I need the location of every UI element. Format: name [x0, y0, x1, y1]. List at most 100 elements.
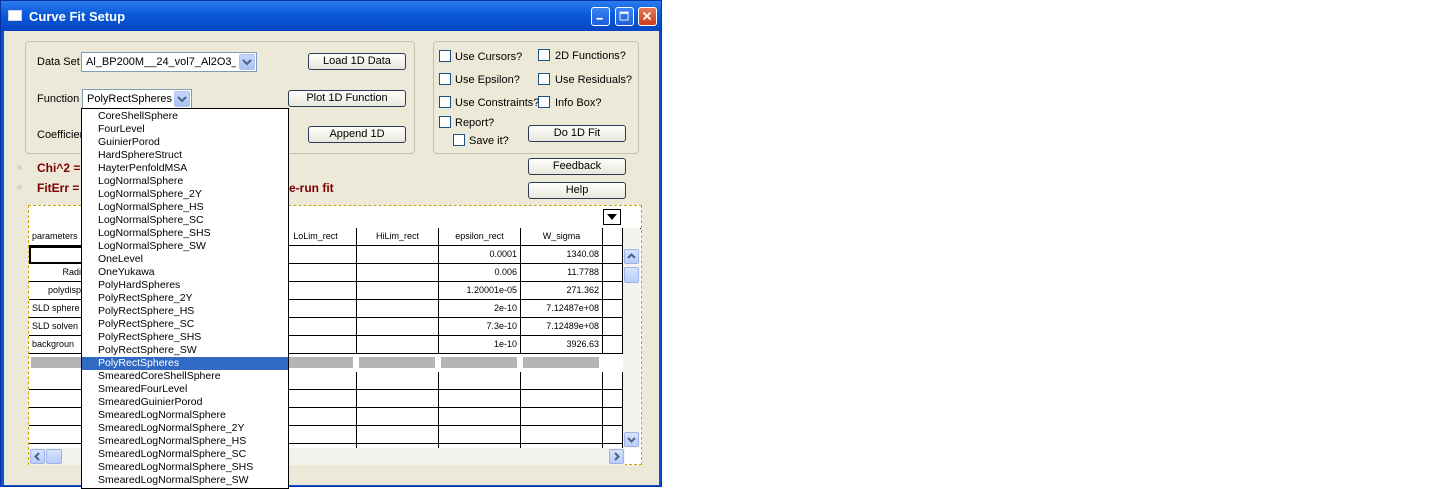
- col-header-wsigma[interactable]: W_sigma: [521, 228, 603, 246]
- dropdown-item[interactable]: PolyRectSphere_SC: [82, 318, 288, 331]
- table-cell[interactable]: 3926.63: [521, 336, 603, 354]
- horizontal-scroll-thumb[interactable]: [46, 449, 62, 464]
- table-menu-button[interactable]: [603, 209, 621, 225]
- table-cell[interactable]: [357, 246, 439, 264]
- table-cell[interactable]: 0.006: [439, 264, 521, 282]
- table-cell[interactable]: 271.362: [521, 282, 603, 300]
- dropdown-item[interactable]: PolyRectSphere_HS: [82, 305, 288, 318]
- dropdown-item[interactable]: PolyHardSpheres: [82, 279, 288, 292]
- dropdown-item[interactable]: SmearedLogNormalSphere_SC: [82, 448, 288, 461]
- table-cell[interactable]: [603, 336, 623, 354]
- 2d-functions-checkbox[interactable]: [538, 49, 550, 61]
- table-cell[interactable]: [357, 282, 439, 300]
- dropdown-item[interactable]: SmearedLogNormalSphere_2Y: [82, 422, 288, 435]
- dropdown-item[interactable]: SmearedLogNormalSphere_SW: [82, 474, 288, 487]
- table-cell[interactable]: [357, 336, 439, 354]
- use-epsilon-checkbox[interactable]: [439, 73, 451, 85]
- table-cell[interactable]: [439, 372, 521, 390]
- table-cell[interactable]: [29, 246, 85, 264]
- dropdown-item[interactable]: SmearedFourLevel: [82, 383, 288, 396]
- minimize-button[interactable]: [591, 7, 610, 26]
- title-bar[interactable]: Curve Fit Setup: [1, 1, 661, 31]
- dropdown-item[interactable]: HayterPenfoldMSA: [82, 162, 288, 175]
- data-set-dropdown-button[interactable]: [239, 54, 255, 70]
- close-button[interactable]: [638, 7, 657, 26]
- table-cell[interactable]: [603, 246, 623, 264]
- table-cell[interactable]: [603, 390, 623, 408]
- dropdown-item[interactable]: SmearedGuinierPorod: [82, 396, 288, 409]
- table-cell[interactable]: [29, 390, 85, 408]
- vertical-scrollbar[interactable]: [623, 228, 640, 448]
- dropdown-item[interactable]: OneYukawa: [82, 266, 288, 279]
- table-cell[interactable]: [603, 282, 623, 300]
- col-header-parameters[interactable]: parameters: [29, 228, 85, 246]
- table-cell[interactable]: 1e-10: [439, 336, 521, 354]
- table-cell[interactable]: [603, 372, 623, 390]
- dropdown-item[interactable]: SmearedLogNormalSphere: [82, 409, 288, 422]
- table-cell[interactable]: [29, 408, 85, 426]
- function-dropdown-button[interactable]: [174, 91, 190, 107]
- report-checkbox[interactable]: [439, 116, 451, 128]
- table-cell[interactable]: Radi: [29, 264, 85, 282]
- use-constraints-checkbox[interactable]: [439, 96, 451, 108]
- table-cell[interactable]: [357, 300, 439, 318]
- dropdown-item[interactable]: PolyRectSpheres: [82, 357, 288, 370]
- table-cell[interactable]: [603, 318, 623, 336]
- table-cell[interactable]: [357, 426, 439, 444]
- dropdown-item[interactable]: PolyRectSphere_SW: [82, 344, 288, 357]
- dropdown-item[interactable]: LogNormalSphere: [82, 175, 288, 188]
- plot-1d-function-button[interactable]: Plot 1D Function: [288, 90, 406, 107]
- dropdown-item[interactable]: SmearedLogNormalSphere_SHS: [82, 461, 288, 474]
- dropdown-item[interactable]: PolyRectSphere_2Y: [82, 292, 288, 305]
- info-box-checkbox[interactable]: [538, 96, 550, 108]
- append-1d-button[interactable]: Append 1D: [308, 126, 406, 143]
- table-cell[interactable]: 2e-10: [439, 300, 521, 318]
- table-cell[interactable]: [603, 264, 623, 282]
- col-header-epsilon[interactable]: epsilon_rect: [439, 228, 521, 246]
- dropdown-item[interactable]: SmearedLogNormalSphere_HS: [82, 435, 288, 448]
- table-cell[interactable]: [603, 408, 623, 426]
- table-cell[interactable]: [357, 318, 439, 336]
- table-cell[interactable]: [29, 372, 85, 390]
- data-set-select[interactable]: Al_BP200M__24_vol7_Al2O3_: [81, 52, 257, 72]
- table-cell[interactable]: [521, 390, 603, 408]
- use-cursors-checkbox[interactable]: [439, 50, 451, 62]
- table-cell[interactable]: [29, 426, 85, 444]
- scroll-down-button[interactable]: [624, 432, 639, 447]
- maximize-button[interactable]: [615, 7, 634, 26]
- col-header-hilim[interactable]: HiLim_rect: [357, 228, 439, 246]
- table-cell[interactable]: 0.0001: [439, 246, 521, 264]
- table-cell[interactable]: [357, 390, 439, 408]
- table-cell[interactable]: 7.3e-10: [439, 318, 521, 336]
- table-cell[interactable]: 11.7788: [521, 264, 603, 282]
- scroll-left-button[interactable]: [30, 449, 45, 464]
- dropdown-item[interactable]: LogNormalSphere_SW: [82, 240, 288, 253]
- use-residuals-checkbox[interactable]: [538, 73, 550, 85]
- dropdown-item[interactable]: LogNormalSphere_SHS: [82, 227, 288, 240]
- table-cell[interactable]: 1.20001e-05: [439, 282, 521, 300]
- dropdown-item[interactable]: GuinierPorod: [82, 136, 288, 149]
- dropdown-item[interactable]: LogNormalSphere_2Y: [82, 188, 288, 201]
- scroll-up-button[interactable]: [624, 249, 639, 264]
- feedback-button[interactable]: Feedback: [528, 158, 626, 175]
- table-cell[interactable]: backgroun: [29, 336, 85, 354]
- dropdown-item[interactable]: OneLevel: [82, 253, 288, 266]
- table-cell[interactable]: polydisp: [29, 282, 85, 300]
- table-cell[interactable]: [603, 300, 623, 318]
- table-cell[interactable]: [521, 372, 603, 390]
- table-cell[interactable]: [521, 408, 603, 426]
- table-cell[interactable]: [357, 264, 439, 282]
- dropdown-item[interactable]: PolyRectSphere_SHS: [82, 331, 288, 344]
- table-cell[interactable]: 7.12489e+08: [521, 318, 603, 336]
- table-cell[interactable]: [439, 426, 521, 444]
- table-cell[interactable]: [357, 372, 439, 390]
- table-cell[interactable]: SLD sphere: [29, 300, 85, 318]
- function-dropdown-list[interactable]: CoreShellSphere FourLevel GuinierPorod Hard…: [81, 108, 289, 489]
- save-it-checkbox[interactable]: [453, 134, 465, 146]
- dropdown-item[interactable]: LogNormalSphere_HS: [82, 201, 288, 214]
- table-cell[interactable]: [357, 408, 439, 426]
- table-cell[interactable]: [439, 390, 521, 408]
- table-cell[interactable]: [521, 426, 603, 444]
- load-1d-data-button[interactable]: Load 1D Data: [308, 53, 406, 70]
- dropdown-item[interactable]: FourLevel: [82, 123, 288, 136]
